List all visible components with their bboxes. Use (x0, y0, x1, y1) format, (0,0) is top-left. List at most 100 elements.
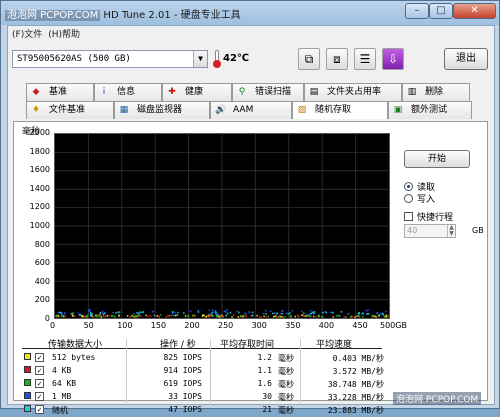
data-point (262, 312, 265, 315)
tab-label: 文件夹占用率 (327, 87, 382, 97)
data-point (202, 314, 204, 316)
tab-erase[interactable]: ▥ 删除 (402, 83, 470, 101)
fast-option[interactable]: 快捷行程 (404, 210, 453, 223)
row-ops: 619 IOPS (163, 379, 202, 388)
options-icon[interactable]: ☰ (354, 48, 376, 70)
data-point (151, 311, 154, 313)
exit-button[interactable]: 退出 (444, 48, 488, 70)
tab-extra-tests[interactable]: ▣ 额外测试 (388, 101, 472, 119)
data-point (290, 314, 292, 317)
drive-select[interactable]: ST95005620AS (500 GB) ▼ (12, 50, 208, 68)
save-icon[interactable]: ⇩ (382, 48, 404, 70)
data-point (149, 315, 152, 317)
tab-error-scan[interactable]: ⚲ 错误扫描 (232, 83, 304, 101)
maximize-button[interactable]: □ (429, 3, 453, 19)
menu-help[interactable]: (H)帮助 (48, 27, 80, 40)
spinner-icon[interactable]: ▲ ▼ (447, 225, 455, 237)
data-point (80, 314, 82, 317)
data-point (219, 315, 221, 317)
data-point (216, 314, 219, 316)
series-checkbox[interactable]: ✓ (35, 405, 44, 414)
data-point (277, 316, 279, 318)
data-point (346, 313, 349, 316)
minimize-button[interactable]: – (405, 3, 429, 19)
data-point (158, 316, 160, 318)
data-point (211, 309, 214, 311)
read-radio[interactable] (404, 182, 413, 191)
data-point (248, 311, 251, 314)
benchmark-icon: ◆ (32, 87, 40, 97)
x-tick-label: 0 (50, 321, 56, 330)
data-point (215, 313, 217, 315)
series-checkbox[interactable]: ✓ (35, 353, 44, 362)
data-point (170, 314, 173, 317)
fast-size-input[interactable]: 40 ▲ ▼ (404, 224, 456, 238)
data-point (296, 314, 299, 316)
y-tick-label: 600 (34, 258, 50, 268)
data-point (244, 312, 246, 314)
data-point (99, 314, 102, 317)
data-point (265, 315, 268, 318)
drive-temperature: 42℃ (223, 53, 250, 64)
data-point (218, 315, 220, 318)
menu-file[interactable]: (F)文件 (12, 27, 42, 40)
data-point (351, 315, 354, 318)
data-point (317, 315, 319, 317)
data-point (388, 316, 390, 318)
tab-info[interactable]: i 信息 (94, 83, 162, 101)
data-point (367, 309, 369, 311)
data-point (77, 312, 80, 315)
start-button[interactable]: 开始 (404, 150, 470, 168)
close-button[interactable]: ✕ (453, 3, 496, 19)
data-point (307, 313, 310, 316)
row-size: 512 bytes (52, 353, 96, 362)
tab-random-access[interactable]: ▨ 随机存取 (292, 101, 388, 119)
data-point (236, 310, 238, 313)
series-color-swatch (24, 379, 31, 386)
tab-file-benchmark[interactable]: ♦ 文件基准 (26, 101, 114, 119)
tab-disk-monitor[interactable]: ▦ 磁盘监视器 (114, 101, 210, 119)
fast-size-value: 40 (407, 226, 418, 235)
data-point (282, 309, 284, 312)
y-tick-label: 1200 (29, 202, 50, 212)
data-point (140, 315, 142, 317)
x-tick-label: 250 (218, 321, 234, 330)
data-point (303, 315, 305, 317)
data-point (171, 311, 174, 313)
fast-checkbox[interactable] (404, 212, 413, 221)
data-point (284, 316, 286, 318)
data-point (174, 311, 176, 314)
data-point (276, 312, 278, 315)
tab-health[interactable]: ✚ 健康 (162, 83, 232, 101)
write-radio[interactable] (404, 194, 413, 203)
data-point (187, 315, 190, 317)
write-option[interactable]: 写入 (404, 192, 435, 205)
data-point (89, 309, 91, 311)
chevron-down-icon[interactable]: ▼ (193, 51, 207, 67)
main-client: (F)文件 (H)帮助 ST95005620AS (500 GB) ▼ 42℃ … (7, 25, 495, 415)
data-point (165, 316, 167, 318)
series-checkbox[interactable]: ✓ (35, 392, 44, 401)
series-checkbox[interactable]: ✓ (35, 366, 44, 375)
data-point (117, 311, 119, 314)
y-tick-label: 1400 (29, 183, 50, 193)
tab-folder-usage[interactable]: ▤ 文件夹占用率 (304, 83, 402, 101)
title-watermark: 泡泡网 PCPOP.COM (5, 10, 101, 21)
data-point (101, 310, 104, 313)
copy-info-icon[interactable]: ⧉ (298, 48, 320, 70)
copy-screen-icon[interactable]: ⧈ (326, 48, 348, 70)
header-divider (22, 348, 382, 349)
series-checkbox[interactable]: ✓ (35, 379, 44, 388)
thermometer-icon (213, 50, 221, 68)
data-point (231, 316, 233, 318)
data-point (366, 313, 368, 315)
data-point (237, 316, 240, 318)
tab-aam[interactable]: 🔊 AAM (210, 101, 292, 119)
title-bar[interactable]: 泡泡网 PCPOP.COM HD Tune 2.01 - 硬盘专业工具 – □ … (1, 1, 499, 25)
data-point (358, 312, 360, 315)
data-point (95, 315, 97, 317)
data-point (189, 310, 192, 312)
tab-benchmark[interactable]: ◆ 基准 (26, 83, 94, 101)
data-point (385, 316, 388, 318)
error-scan-icon: ⚲ (238, 87, 246, 97)
